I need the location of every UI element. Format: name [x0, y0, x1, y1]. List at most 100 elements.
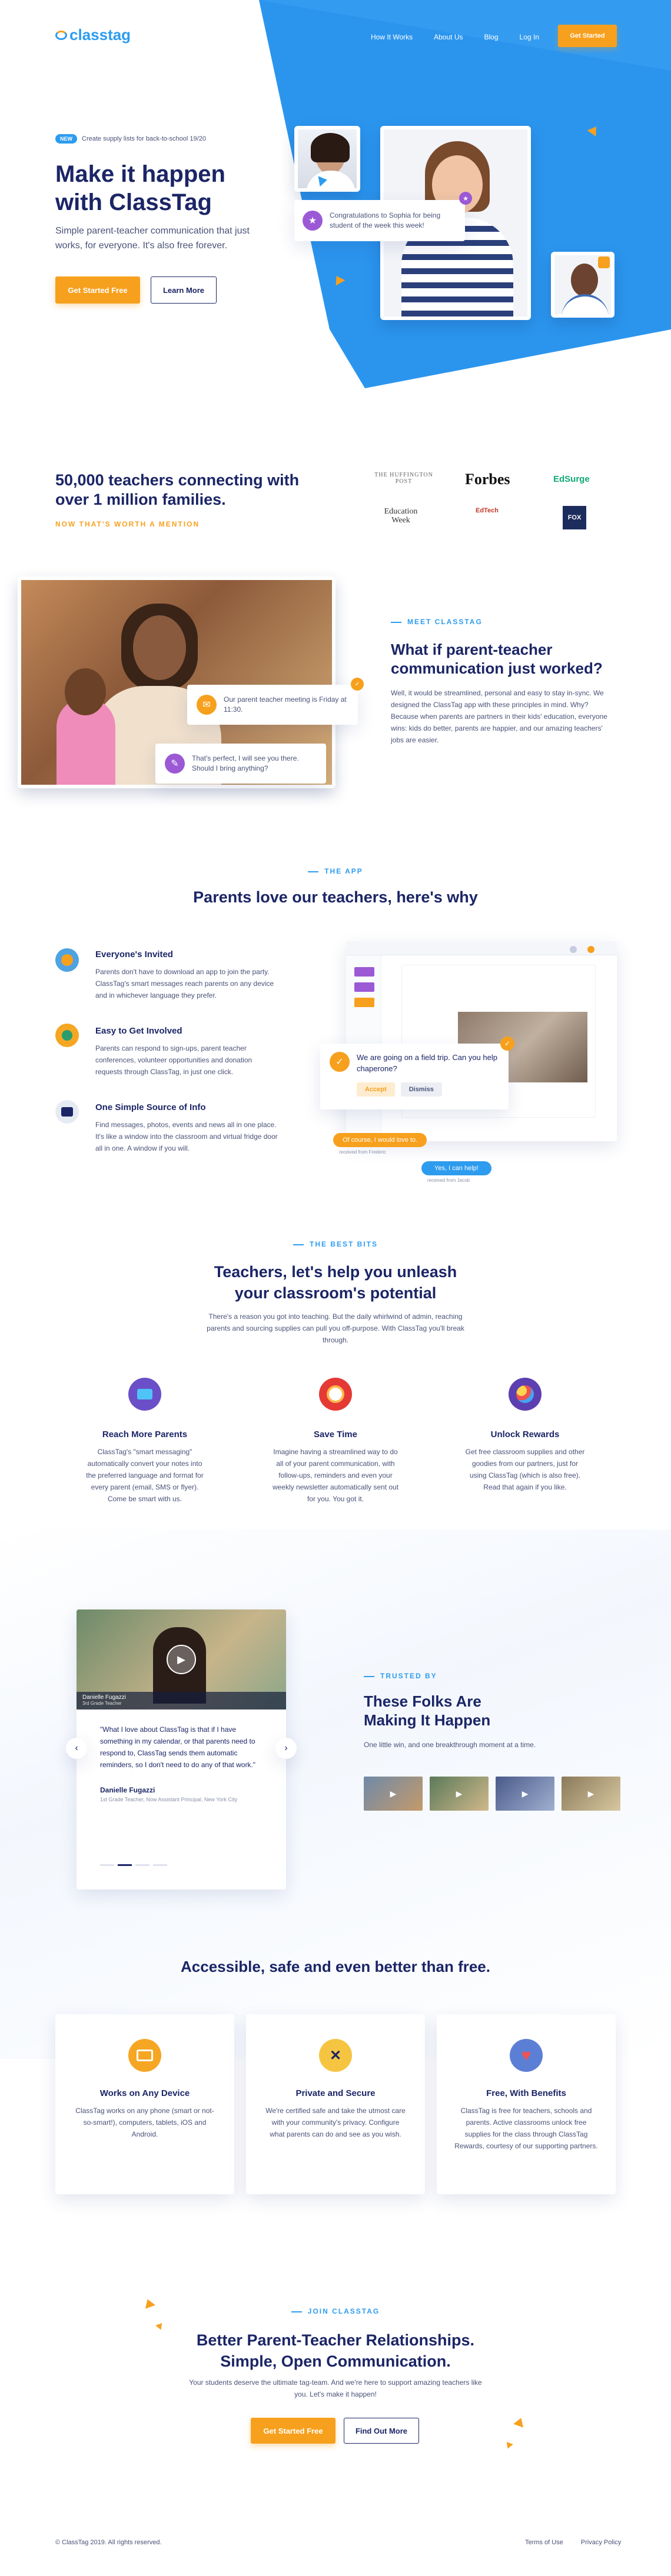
- accept-button[interactable]: Accept: [357, 1082, 395, 1097]
- access-col-title: Works on Any Device: [99, 2088, 190, 2098]
- join-get-started-button[interactable]: Get Started Free: [251, 2418, 336, 2444]
- bits-col-text: Get free classroom supplies and other go…: [465, 1448, 585, 1491]
- globe-icon: [55, 948, 79, 972]
- access-col-text: ClassTag works on any phone (smart or no…: [75, 2107, 214, 2138]
- triangle-decor: [504, 2440, 513, 2449]
- prev-arrow-icon[interactable]: ‹: [66, 1738, 87, 1759]
- join-body: Your students deserve the ultimate tag-t…: [189, 2378, 482, 2398]
- meet-title: What if parent-teacher communication jus…: [391, 641, 603, 677]
- testimonial-author: Danielle Fugazzi: [100, 1786, 155, 1794]
- bits-col-title: Save Time: [314, 1429, 357, 1439]
- nav-how-it-works[interactable]: How It Works: [371, 33, 413, 41]
- app-title: Parents love our teachers, here's why: [193, 888, 478, 906]
- dismiss-button[interactable]: Dismiss: [400, 1082, 442, 1097]
- fox-logo: FOX: [563, 506, 586, 529]
- access-title: Accessible, safe and even better than fr…: [181, 1958, 490, 1975]
- press-headline: 50,000 teachers connecting with over 1 m…: [55, 471, 300, 508]
- hero-get-started-button[interactable]: Get Started Free: [55, 276, 140, 304]
- nav-log-in[interactable]: Log In: [520, 33, 539, 41]
- huffpost-logo: THE HUFFINGTON POST: [374, 472, 433, 485]
- tag-icon: ✓: [500, 1037, 514, 1051]
- chat-icon: [598, 256, 610, 268]
- testimonial-role: 1st Grade Teacher, Now Assistant Princip…: [100, 1797, 237, 1802]
- carousel-dots[interactable]: [100, 1864, 167, 1866]
- check-icon: ✓: [351, 678, 364, 691]
- feature-title: One Simple Source of Info: [95, 1102, 206, 1112]
- next-arrow-icon[interactable]: ›: [275, 1738, 297, 1759]
- announcement-bar[interactable]: NEW Create supply lists for back-to-scho…: [55, 134, 206, 144]
- feature-text: Find messages, photos, events and news a…: [95, 1121, 278, 1152]
- star-badge-icon: ★: [459, 192, 472, 205]
- video-thumb[interactable]: ▶: [430, 1777, 489, 1811]
- feature-text: Parents can respond to sign-ups, parent …: [95, 1044, 253, 1076]
- app-eyebrow: THE APP: [0, 867, 671, 875]
- access-col-title: Free, With Benefits: [486, 2088, 566, 2098]
- bits-col-title: Unlock Rewards: [490, 1429, 560, 1439]
- privacy-link[interactable]: Privacy Policy: [581, 2539, 621, 2546]
- field-trip-popup: ✓ We are going on a field trip. Can you …: [320, 1044, 509, 1109]
- video-thumbs: ▶ ▶ ▶ ▶: [364, 1777, 620, 1811]
- logo-icon: [55, 30, 67, 40]
- trusted-title: These Folks Are Making It Happen: [364, 1692, 491, 1729]
- bits-title: Teachers, let's help you unleash your cl…: [214, 1263, 457, 1302]
- edtech-logo: EdTech: [476, 507, 499, 514]
- footer-copyright: © ClassTag 2019. All rights reserved.: [55, 2539, 162, 2546]
- clock-icon: [319, 1378, 352, 1411]
- logo[interactable]: classtag: [55, 26, 131, 44]
- hero-learn-more-button[interactable]: Learn More: [151, 276, 217, 304]
- app-screenshot: [346, 941, 617, 1141]
- triangle-decor: [155, 2321, 165, 2330]
- bell-icon: ✓: [330, 1052, 350, 1072]
- triangle-decor: [513, 2416, 526, 2428]
- edsurge-logo: EdSurge: [553, 474, 590, 484]
- video-thumb[interactable]: ▶: [496, 1777, 554, 1811]
- gift-balls-icon: [509, 1378, 542, 1411]
- chat-chip-orange: Of course, I would love to.: [333, 1133, 427, 1147]
- teacher-message-bubble: ✉ Our parent teacher meeting is Friday a…: [187, 685, 358, 725]
- parent-reply-bubble: ✎ That's perfect, I will see you there. …: [155, 744, 326, 784]
- meet-body: Well, it would be streamlined, personal …: [391, 689, 607, 744]
- forbes-logo: Forbes: [465, 471, 510, 488]
- video-thumbnail[interactable]: ▶ Danielle Fugazzi 3rd Grade Teacher: [77, 1609, 286, 1709]
- trophy-icon: ★: [303, 211, 323, 231]
- chip-note: received from Frederic: [339, 1149, 387, 1155]
- testimonial-quote: "What I love about ClassTag is that if I…: [100, 1725, 256, 1769]
- terms-link[interactable]: Terms of Use: [525, 2539, 563, 2546]
- devices-icon: [128, 2039, 161, 2072]
- join-eyebrow: JOIN CLASSTAG: [0, 2307, 671, 2315]
- nav-about-us[interactable]: About Us: [434, 33, 463, 41]
- access-col-title: Private and Secure: [295, 2088, 376, 2098]
- bits-eyebrow: THE BEST BITS: [0, 1240, 671, 1248]
- reply-icon: ✎: [165, 754, 185, 774]
- nav-blog[interactable]: Blog: [484, 33, 498, 41]
- main-nav: How It Works About Us Blog Log In: [371, 33, 539, 41]
- video-thumb[interactable]: ▶: [562, 1777, 620, 1811]
- bits-col-title: Reach More Parents: [102, 1429, 188, 1439]
- nav-get-started-button[interactable]: Get Started: [558, 25, 617, 47]
- trusted-eyebrow: TRUSTED BY: [364, 1672, 437, 1680]
- congrats-bubble: ★ Congratulations to Sophia for being st…: [294, 200, 465, 241]
- hero-subtitle: Simple parent-teacher communication that…: [55, 226, 250, 251]
- feature-title: Easy to Get Involved: [95, 1026, 182, 1036]
- bits-col-text: Imagine having a streamlined way to do a…: [272, 1448, 399, 1503]
- chip-note: received from Jacob: [427, 1178, 470, 1183]
- bits-col-text: ClassTag's "smart messaging" automatical…: [86, 1448, 204, 1503]
- robot-icon: [55, 1100, 79, 1124]
- press-sub: NOW THAT'S WORTH A MENTION: [55, 520, 200, 528]
- bits-body: There's a reason you got into teaching. …: [207, 1312, 464, 1344]
- parent-photo: [551, 252, 614, 318]
- hero-title: Make it happen with ClassTag: [55, 161, 225, 215]
- chat-chip-blue: Yes, I can help!: [421, 1161, 491, 1175]
- join-find-out-more-button[interactable]: Find Out More: [344, 2418, 419, 2444]
- video-thumb[interactable]: ▶: [364, 1777, 423, 1811]
- heart-icon: ♥: [510, 2039, 543, 2072]
- footer-links: Terms of Use Privacy Policy: [525, 2539, 621, 2546]
- play-icon[interactable]: ▶: [167, 1645, 196, 1674]
- feature-title: Everyone's Invited: [95, 949, 173, 959]
- megaphone-icon: [128, 1378, 161, 1411]
- access-col-text: ClassTag is free for teachers, schools a…: [454, 2107, 598, 2150]
- new-badge: NEW: [55, 134, 77, 144]
- testimonial-card: ▶ Danielle Fugazzi 3rd Grade Teacher "Wh…: [77, 1609, 286, 1889]
- trusted-sub: One little win, and one breakthrough mom…: [364, 1741, 536, 1749]
- meet-eyebrow: MEET CLASSTAG: [391, 618, 483, 626]
